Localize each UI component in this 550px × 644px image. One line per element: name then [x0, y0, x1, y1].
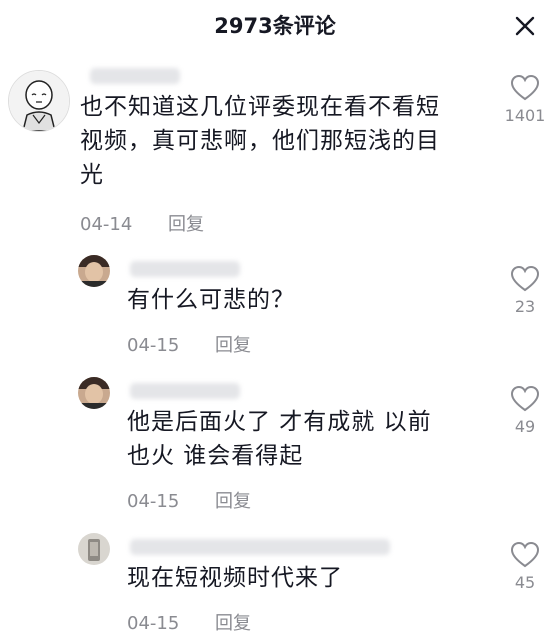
username[interactable]	[130, 539, 390, 555]
comment-meta: 04-15 回复	[127, 487, 251, 513]
reply-item: 有什么可悲的？ 04-15 回复 23	[0, 255, 550, 365]
like-button[interactable]: 49	[495, 385, 550, 436]
comment-text: 他是后面火了 才有成就 以前 也火 谁会看得起	[127, 409, 432, 469]
comment-count-title: 2973条评论	[214, 14, 336, 38]
heart-outline-icon[interactable]	[510, 385, 540, 413]
heart-outline-icon[interactable]	[510, 74, 540, 102]
comment-item: 也不知道这几位评委现在看不看短 视频，真可悲啊，他们那短浅的目 光 04-14 …	[0, 60, 550, 240]
username[interactable]	[130, 261, 240, 277]
username[interactable]	[90, 68, 180, 84]
close-icon[interactable]	[514, 15, 536, 37]
comment-meta: 04-15 回复	[127, 609, 251, 635]
reply-button[interactable]: 回复	[215, 331, 251, 357]
like-count: 23	[514, 297, 536, 316]
reply-button[interactable]: 回复	[168, 210, 204, 236]
reply-button[interactable]: 回复	[215, 609, 251, 635]
like-count: 45	[514, 573, 536, 592]
reply-item: 现在短视频时代来了 04-15 回复 45	[0, 533, 550, 643]
comments-header: 2973条评论	[0, 0, 550, 50]
comment-date: 04-14	[80, 214, 133, 235]
avatar[interactable]	[8, 70, 70, 132]
reply-item: 他是后面火了 才有成就 以前 也火 谁会看得起 04-15 回复 49	[0, 377, 550, 517]
comment-date: 04-15	[127, 335, 180, 356]
avatar[interactable]	[78, 533, 110, 565]
heart-outline-icon[interactable]	[510, 265, 540, 293]
comment-meta: 04-14 回复	[80, 210, 204, 236]
like-button[interactable]: 1401	[495, 74, 550, 125]
like-button[interactable]: 45	[495, 541, 550, 592]
heart-outline-icon[interactable]	[510, 541, 540, 569]
comment-date: 04-15	[127, 491, 180, 512]
reply-button[interactable]: 回复	[215, 487, 251, 513]
comment-meta: 04-15 回复	[127, 331, 251, 357]
like-count: 1401	[504, 106, 546, 125]
like-count: 49	[514, 417, 536, 436]
comment-text: 有什么可悲的？	[127, 287, 295, 313]
avatar[interactable]	[78, 377, 110, 409]
comment-text: 也不知道这几位评委现在看不看短 视频，真可悲啊，他们那短浅的目 光	[80, 94, 440, 188]
avatar[interactable]	[78, 255, 110, 287]
like-button[interactable]: 23	[495, 265, 550, 316]
comment-text: 现在短视频时代来了	[127, 565, 343, 591]
comment-date: 04-15	[127, 613, 180, 634]
username[interactable]	[130, 383, 240, 399]
